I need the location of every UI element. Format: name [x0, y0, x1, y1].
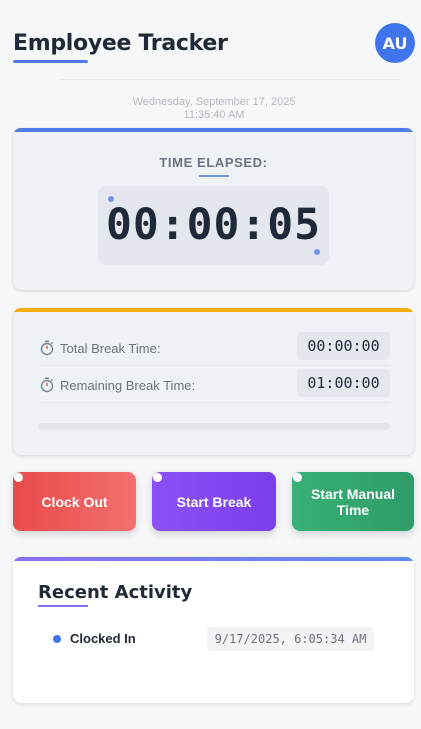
break-progress-bar — [38, 423, 390, 430]
title-underline — [13, 60, 88, 63]
start-manual-time-button[interactable]: Start Manual Time — [292, 472, 414, 531]
timer-card: TIME ELAPSED: 00:00:05 — [13, 128, 414, 290]
time-elapsed-label: TIME ELAPSED: — [159, 155, 268, 170]
dot-icon — [53, 635, 61, 643]
elapsed-time-value: 00:00:05 — [105, 200, 322, 250]
recent-activity-card: Recent Activity Clocked In 9/17/2025, 6:… — [13, 557, 414, 703]
activity-list-item: Clocked In 9/17/2025, 6:05:34 AM — [53, 627, 375, 651]
current-date: Wednesday, September 17, 2025 — [132, 96, 296, 108]
activity-item-time: 9/17/2025, 6:05:34 AM — [207, 627, 374, 651]
remaining-break-value: 01:00:00 — [297, 369, 390, 397]
remaining-break-row: Remaining Break Time: 01:00:00 — [38, 367, 390, 403]
activity-card-accent-bar — [13, 557, 414, 561]
app-header: Employee Tracker AU — [0, 0, 421, 80]
total-break-value: 00:00:00 — [297, 332, 390, 360]
timer-card-accent-bar — [13, 128, 414, 132]
current-datetime: Wednesday, September 17, 2025 11:35:40 A… — [0, 96, 421, 122]
timer-display: 00:00:05 — [98, 186, 329, 265]
user-avatar[interactable]: AU — [375, 23, 415, 63]
total-break-label: Total Break Time: — [60, 341, 161, 356]
break-card: Total Break Time: 00:00:00 Remaining Bre… — [13, 308, 414, 455]
header-divider — [60, 79, 400, 80]
activity-title-underline — [38, 605, 88, 607]
stopwatch-icon — [40, 340, 54, 356]
button-dot-icon — [293, 473, 302, 482]
recent-activity-title: Recent Activity — [38, 582, 193, 603]
break-card-accent-bar — [13, 308, 414, 312]
total-break-row: Total Break Time: 00:00:00 — [38, 330, 390, 366]
remaining-break-label: Remaining Break Time: — [60, 378, 196, 393]
current-time: 11:35:40 AM — [183, 109, 245, 121]
start-break-label: Start Break — [176, 493, 252, 510]
button-dot-icon — [14, 473, 23, 482]
clock-out-label: Clock Out — [41, 493, 108, 510]
activity-item-label: Clocked In — [70, 631, 136, 646]
stopwatch-icon — [40, 377, 54, 393]
time-elapsed-underline — [199, 175, 229, 177]
start-break-button[interactable]: Start Break — [152, 472, 276, 531]
button-dot-icon — [153, 473, 162, 482]
start-manual-time-label: Start Manual Time — [310, 485, 395, 518]
clock-out-button[interactable]: Clock Out — [13, 472, 136, 531]
app-title: Employee Tracker — [13, 31, 228, 56]
